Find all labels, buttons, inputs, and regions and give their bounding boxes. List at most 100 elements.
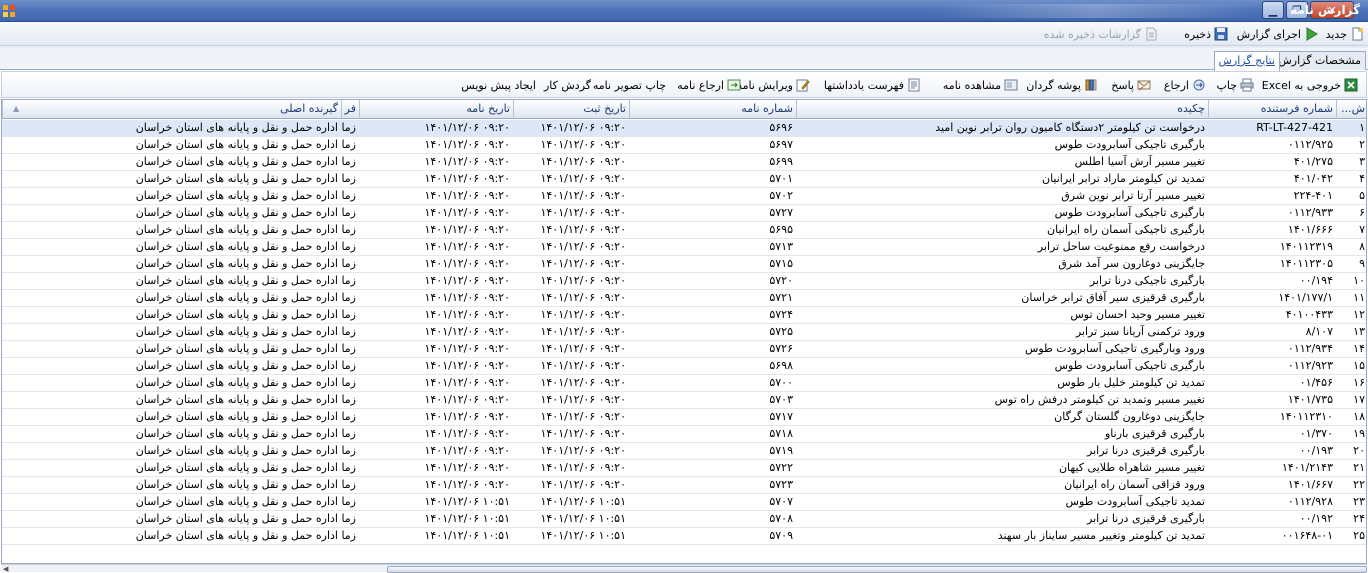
print-letter-image-button[interactable]: چاپ تصویر نامه	[593, 77, 666, 93]
cell-letter-date: ۱۴۰۱/۱۲/۰۶ ۱۰:۵۱	[424, 495, 510, 508]
table-row[interactable]: ۱۴ ۰۱۱۲/۹۳۴ ورود وبارگیری تاجیکی آسابرودت …	[2, 341, 1366, 358]
cell-summary: تغییر مسیر آرتا ترابر نوین شرق	[1061, 189, 1205, 202]
cell-row-number: ۳	[1359, 155, 1365, 168]
cell-main-recipient: اداره حمل و نقل و پایانه های استان خراسا…	[135, 427, 338, 440]
table-row[interactable]: ۱۳ ۸/۱۰۷ ورود ترکمنی آریانا سبز ترابر ۵۷۲۵ ۱…	[2, 324, 1366, 341]
table-row[interactable]: ۱۸ ۱۴۰۱۱۲۳۱۰ جایگزینی دوغارون گلستان گرگان…	[2, 409, 1366, 426]
tab-report-results[interactable]: نتایج گزارش	[1213, 51, 1280, 71]
cell-summary: تمدید تن کیلومتر وتغییر مسیر سایناز بار …	[997, 529, 1205, 542]
cell-main-recipient: اداره حمل و نقل و پایانه های استان خراسا…	[135, 410, 338, 423]
table-row[interactable]: ۱۶ ۰۱/۴۵۶ تمدید تن کیلومتر خلیل بار طوس ۵۷۰…	[2, 375, 1366, 392]
header-sender-number[interactable]: شماره فرستنده	[1208, 100, 1336, 119]
header-registration-date[interactable]: تاریخ ثبت	[513, 100, 629, 119]
cell-letter-number: ۵۷۱۸	[769, 427, 793, 440]
window-title: گزارش نامه	[1290, 3, 1360, 17]
table-row[interactable]: ۳ ۴۰۱/۲۷۵ تغییر مسیر آرش آسیا اطلس ۵۶۹۹ ۱۴۰۱…	[2, 154, 1366, 171]
saved-reports-button[interactable]: گزارشات ذخیره شده	[1044, 25, 1158, 43]
table-row[interactable]: ۵ ۲۲۴-۴۰۱ تغییر مسیر آرتا ترابر نوین شرق ۵۷…	[2, 188, 1366, 205]
table-row[interactable]: ۲ ۰۱۱۲/۹۲۵ بارگیری تاجیکی آسابرودت طوس ۵۶۹۷…	[2, 137, 1366, 154]
edit-letter-button[interactable]: ویرایش نامه	[737, 77, 810, 93]
cell-letter-date: ۱۴۰۱/۱۲/۰۶ ۰۹:۲۰	[424, 223, 510, 236]
cell-row-number: ۸	[1359, 240, 1365, 253]
cell-sender: زما	[341, 529, 356, 542]
cell-sender: زما	[341, 274, 356, 287]
cell-letter-number: ۵۷۰۸	[769, 512, 793, 525]
header-letter-number[interactable]: شماره نامه	[629, 100, 796, 119]
cell-sender: زما	[341, 495, 356, 508]
cell-main-recipient: اداره حمل و نقل و پایانه های استان خراسا…	[135, 172, 338, 185]
new-button[interactable]: جدید	[1326, 25, 1364, 43]
table-row[interactable]: ۷ ۱۴۰۱/۶۶۶ بارگیری تاجیکی آسمان راه ایرانی…	[2, 222, 1366, 239]
notes-list-button[interactable]: فهرست یادداشتها	[824, 77, 921, 93]
cell-registration-date: ۱۴۰۱/۱۲/۰۶ ۰۹:۲۰	[540, 359, 626, 372]
table-row[interactable]: ۲۱ ۱۴۰۱/۲۱۴۳ تغییر مسیر شاهراه طلایی کیهان…	[2, 460, 1366, 477]
cell-main-recipient: اداره حمل و نقل و پایانه های استان خراسا…	[135, 342, 338, 355]
cell-letter-date: ۱۴۰۱/۱۲/۰۶ ۰۹:۲۰	[424, 138, 510, 151]
table-row[interactable]: ۶ ۰۱۱۲/۹۳۳ بارگیری تاجیکی آسابرودت طوس ۵۷۲۷…	[2, 205, 1366, 222]
cell-registration-date: ۱۴۰۱/۱۲/۰۶ ۰۹:۲۰	[540, 172, 626, 185]
edit-letter-icon	[796, 79, 810, 92]
run-report-button[interactable]: اجرای گزارش	[1237, 25, 1318, 43]
refer-letter-icon	[727, 79, 741, 91]
tab-report-specs[interactable]: مشخصات گزارش	[1273, 51, 1366, 70]
cell-letter-number: ۵۷۰۲	[769, 189, 793, 202]
print-label: چاپ	[1216, 78, 1237, 92]
cell-sender-number: ۰۱۱۲/۹۳۳	[1287, 206, 1333, 219]
create-draft-button[interactable]: ایجاد پیش نویس	[461, 77, 536, 93]
table-row[interactable]: ۱۰ ۰۰/۱۹۴ بارگیری تاجیکی درنا ترابر ۵۷۲۰ ۱۴۰…	[2, 273, 1366, 290]
cell-main-recipient: اداره حمل و نقل و پایانه های استان خراسا…	[135, 512, 338, 525]
horizontal-scrollbar[interactable]: ◀	[1, 564, 1367, 573]
print-letter-image-label: چاپ تصویر نامه	[592, 78, 666, 92]
minimize-button[interactable]: ▁	[1262, 1, 1284, 19]
cell-summary: ورود قزاقی آسمان راه ایرانیان	[1064, 478, 1205, 491]
refer-letter-button[interactable]: ارجاع نامه	[677, 77, 741, 93]
header-summary[interactable]: چکیده	[796, 100, 1208, 119]
cell-letter-date: ۱۴۰۱/۱۲/۰۶ ۰۹:۲۰	[424, 342, 510, 355]
workflow-button[interactable]: گردش کار	[544, 77, 591, 93]
table-row[interactable]: ۲۳ ۰۱۱۲/۹۲۸ تمدید تاجیکی آسابرودت طوس ۵۷۰۷ ۱…	[2, 494, 1366, 511]
reply-button[interactable]: پاسخ	[1111, 77, 1151, 93]
save-button[interactable]: ذخیره	[1184, 25, 1228, 43]
header-sender[interactable]: فر	[341, 100, 359, 119]
cell-registration-date: ۱۴۰۱/۱۲/۰۶ ۰۹:۲۰	[540, 308, 626, 321]
header-main-recipient[interactable]: گیرنده اصلی ▲	[2, 100, 341, 119]
view-letter-button[interactable]: مشاهده نامه	[943, 77, 1018, 93]
export-excel-button[interactable]: خروجی به Excel	[1262, 77, 1358, 93]
cell-sender-number: ۱۴۰۱۱۲۳۱۹	[1279, 240, 1333, 253]
table-row[interactable]: ۱۷ ۱۴۰۱/۷۳۵ تغییر مسیر وتمدید تن کیلومتر د…	[2, 392, 1366, 409]
cell-summary: ورود ترکمنی آریانا سبز ترابر	[1075, 325, 1205, 338]
cell-sender: زما	[341, 444, 356, 457]
cell-main-recipient: اداره حمل و نقل و پایانه های استان خراسا…	[135, 257, 338, 270]
table-row[interactable]: ۲۲ ۱۴۰۱/۶۶۷ ورود قزاقی آسمان راه ایرانیان ۵…	[2, 477, 1366, 494]
folder-rotation-button[interactable]: پوشه گردان	[1026, 77, 1098, 93]
cell-sender: زما	[341, 478, 356, 491]
print-button[interactable]: چاپ	[1216, 77, 1254, 93]
refer-button[interactable]: ارجاع	[1164, 77, 1206, 93]
cell-letter-number: ۵۷۰۳	[769, 393, 793, 406]
table-row[interactable]: ۲۵ ۰۰۱۶۴۸-۰۱ تمدید تن کیلومتر وتغییر مسیر …	[2, 528, 1366, 545]
header-row-number[interactable]: ش...	[1336, 100, 1366, 119]
header-letter-date[interactable]: تاریخ نامه	[359, 100, 513, 119]
table-row[interactable]: ۴ ۴۰۱/۰۴۲ تمدید تن کیلومتر ماراد ترابر ایر…	[2, 171, 1366, 188]
cell-letter-number: ۵۷۲۷	[769, 206, 793, 219]
view-letter-label: مشاهده نامه	[942, 78, 1001, 92]
cell-registration-date: ۱۴۰۱/۱۲/۰۶ ۰۹:۲۰	[540, 223, 626, 236]
table-row[interactable]: ۱۱ ۱۴۰۱/۱۷۷/۱ بارگیری قرقیزی سیر آفاق تراب…	[2, 290, 1366, 307]
main-toolbar: جدید اجرای گزارش ذخیره گزارشات ذخیره شده	[0, 22, 1368, 46]
table-row[interactable]: ۲۰ ۰۰/۱۹۳ بارگیری قرقیزی درنا ترابر ۵۷۱۹ ۱۴۰…	[2, 443, 1366, 460]
cell-main-recipient: اداره حمل و نقل و پایانه های استان خراسا…	[135, 376, 338, 389]
cell-main-recipient: اداره حمل و نقل و پایانه های استان خراسا…	[135, 461, 338, 474]
notes-list-label: فهرست یادداشتها	[823, 78, 904, 92]
table-row[interactable]: ۱ RT-LT-427-421 درخواست تن کیلومتر ۲دستگاه…	[2, 120, 1366, 137]
table-row[interactable]: ۹ ۱۴۰۱۱۲۳۰۵ جایگزینی دوغارون سر آمد شرق ۵۷۱…	[2, 256, 1366, 273]
table-row[interactable]: ۸ ۱۴۰۱۱۲۳۱۹ درخواست رفع ممنوعیت ساحل ترابر…	[2, 239, 1366, 256]
cell-letter-number: ۵۷۰۱	[769, 172, 793, 185]
table-row[interactable]: ۱۲ ۴۰۱۰۰۴۳۳ تغییر مسیر وحید احسان توس ۵۷۲۴ ۱…	[2, 307, 1366, 324]
cell-letter-number: ۵۷۰۷	[769, 495, 793, 508]
cell-sender-number: ۰۱۱۲/۹۲۳	[1287, 359, 1333, 372]
table-row[interactable]: ۲۴ ۰۰/۱۹۲ بارگیری قرقیزی درنا ترابر ۵۷۰۸ ۱۴۰…	[2, 511, 1366, 528]
cell-summary: بارگیری تاجیکی آسمان راه ایرانیان	[1047, 223, 1205, 236]
table-row[interactable]: ۱۵ ۰۱۱۲/۹۲۳ بارگیری تاجیکی آسابرودت طوس ۵۶۹…	[2, 358, 1366, 375]
cell-letter-date: ۱۴۰۱/۱۲/۰۶ ۰۹:۲۰	[424, 172, 510, 185]
table-row[interactable]: ۱۹ ۰۱/۳۷۰ بارگیری قرقیزی بارناو ۵۷۱۸ ۱۴۰۱/۱۲…	[2, 426, 1366, 443]
